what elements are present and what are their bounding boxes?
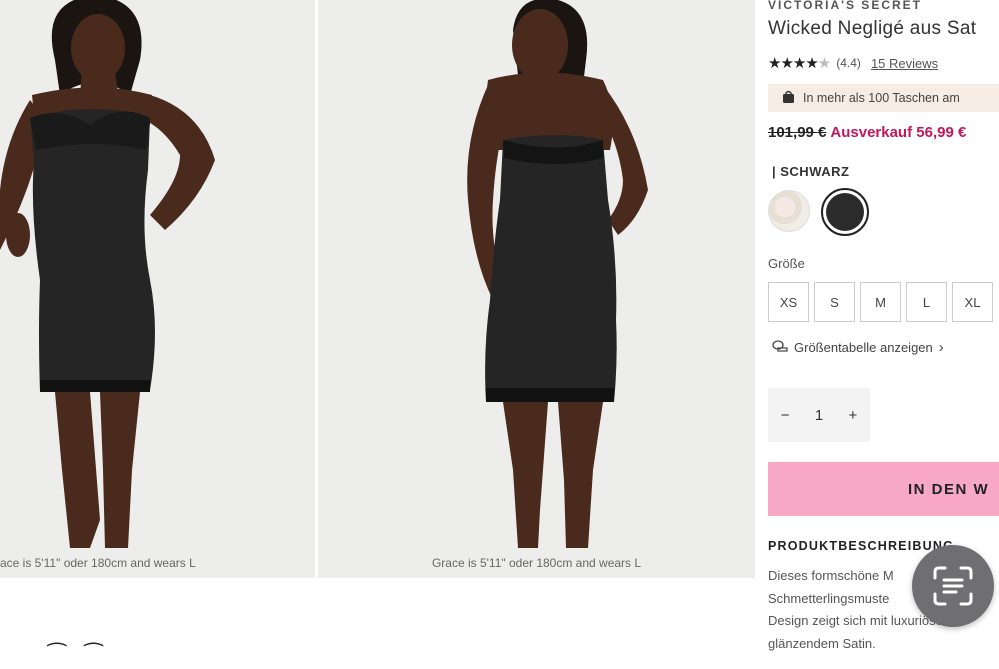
size-selector: XS S M L XL	[768, 282, 993, 322]
size-option-xl[interactable]: XL	[952, 282, 993, 322]
bag-count-notice: In mehr als 100 Taschen am	[768, 84, 999, 112]
size-option-l[interactable]: L	[906, 282, 947, 322]
rating-value: (4.4)	[836, 56, 861, 70]
model-back-figure	[467, 0, 648, 548]
color-swatch-floral[interactable]	[768, 190, 810, 232]
decorative-script: ⁀ ⁀	[48, 644, 109, 669]
model-front-figure	[0, 0, 215, 548]
bag-notice-text: In mehr als 100 Taschen am	[803, 91, 960, 105]
product-gallery: ace is 5'11" oder 180cm and wears L Grac…	[0, 0, 760, 669]
description-heading: PRODUKTBESCHREIBUNG	[768, 539, 955, 553]
reviews-link[interactable]: 15 Reviews	[871, 56, 938, 71]
quantity-stepper: − 1 +	[768, 388, 870, 442]
image-caption: Grace is 5'11" oder 180cm and wears L	[318, 548, 755, 578]
size-option-s[interactable]: S	[814, 282, 855, 322]
chevron-right-icon: ›	[938, 339, 944, 356]
size-chart-link[interactable]: Größentabelle anzeigen ›	[772, 339, 944, 356]
product-title: Wicked Negligé aus Sat	[768, 18, 977, 39]
size-chart-text: Größentabelle anzeigen	[794, 340, 933, 355]
star-rating-icon: ★★★★★	[768, 55, 831, 72]
size-label: Größe	[768, 256, 805, 271]
image-caption: ace is 5'11" oder 180cm and wears L	[0, 548, 315, 578]
add-to-bag-button[interactable]: IN DEN W	[768, 462, 999, 516]
shopping-bag-icon	[782, 90, 795, 106]
color-swatch-black[interactable]	[821, 188, 869, 236]
size-option-xs[interactable]: XS	[768, 282, 809, 322]
quantity-value[interactable]: 1	[815, 407, 823, 424]
product-rating[interactable]: ★★★★★ (4.4) 15 Reviews	[768, 54, 938, 72]
price: 101,99 € Ausverkauf 56,99 €	[768, 124, 966, 141]
description-line: glänzendem Satin.	[768, 635, 876, 651]
measuring-tape-icon	[772, 340, 788, 355]
increase-quantity-button[interactable]: +	[849, 407, 858, 424]
text-scan-icon[interactable]	[912, 545, 994, 627]
original-price: 101,99 €	[768, 124, 827, 141]
selected-color-label: | SCHWARZ	[772, 164, 850, 179]
product-image-front[interactable]: ace is 5'11" oder 180cm and wears L	[0, 0, 315, 578]
sale-price: Ausverkauf 56,99 €	[830, 124, 967, 141]
brand-name: VICTORIA'S SECRET	[768, 0, 922, 12]
decrease-quantity-button[interactable]: −	[781, 407, 790, 424]
product-image-back[interactable]: Grace is 5'11" oder 180cm and wears L	[318, 0, 755, 578]
size-option-m[interactable]: M	[860, 282, 901, 322]
